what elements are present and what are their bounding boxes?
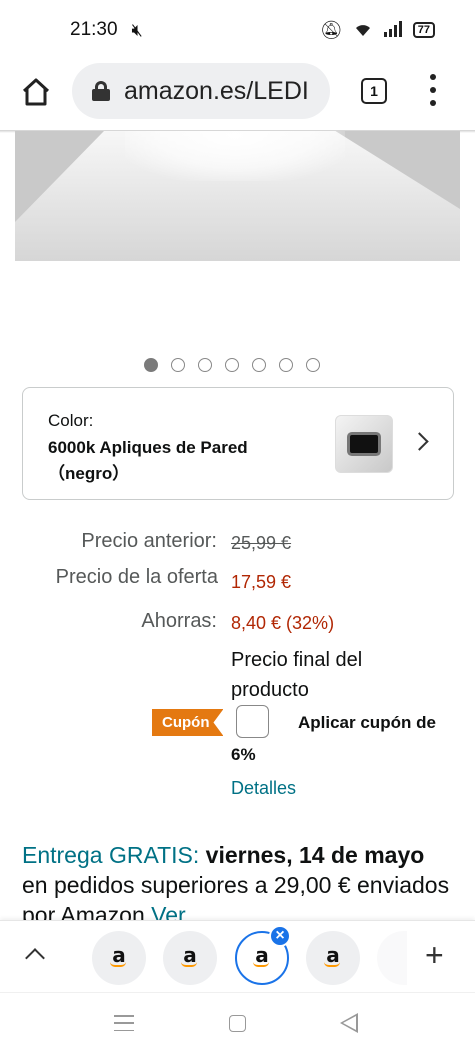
- tab-favicon[interactable]: a: [163, 931, 217, 985]
- tab-favicon[interactable]: [377, 931, 407, 985]
- nav-home-icon[interactable]: [229, 1015, 246, 1032]
- delivery-free-label: Entrega GRATIS:: [22, 842, 200, 868]
- nav-back-icon[interactable]: [340, 1013, 358, 1033]
- tab-strip: a a a a: [0, 920, 475, 992]
- tab-favicon[interactable]: a: [92, 931, 146, 985]
- delivery-date: viernes, 14 de mayo: [205, 842, 425, 868]
- close-tab-icon[interactable]: ×: [269, 925, 291, 947]
- chevron-up-icon[interactable]: [25, 948, 45, 968]
- add-tab-icon[interactable]: +: [425, 939, 444, 971]
- delivery-info: Entrega GRATIS: viernes, 14 de mayo en p…: [22, 840, 452, 920]
- tab-favicon[interactable]: a: [306, 931, 360, 985]
- delivery-more-link[interactable]: Ver: [151, 902, 186, 920]
- system-nav-bar: [0, 992, 475, 1056]
- delivery-conditions: en pedidos superiores a 29,00 € enviados…: [22, 872, 450, 920]
- recent-apps-icon[interactable]: [114, 1015, 134, 1031]
